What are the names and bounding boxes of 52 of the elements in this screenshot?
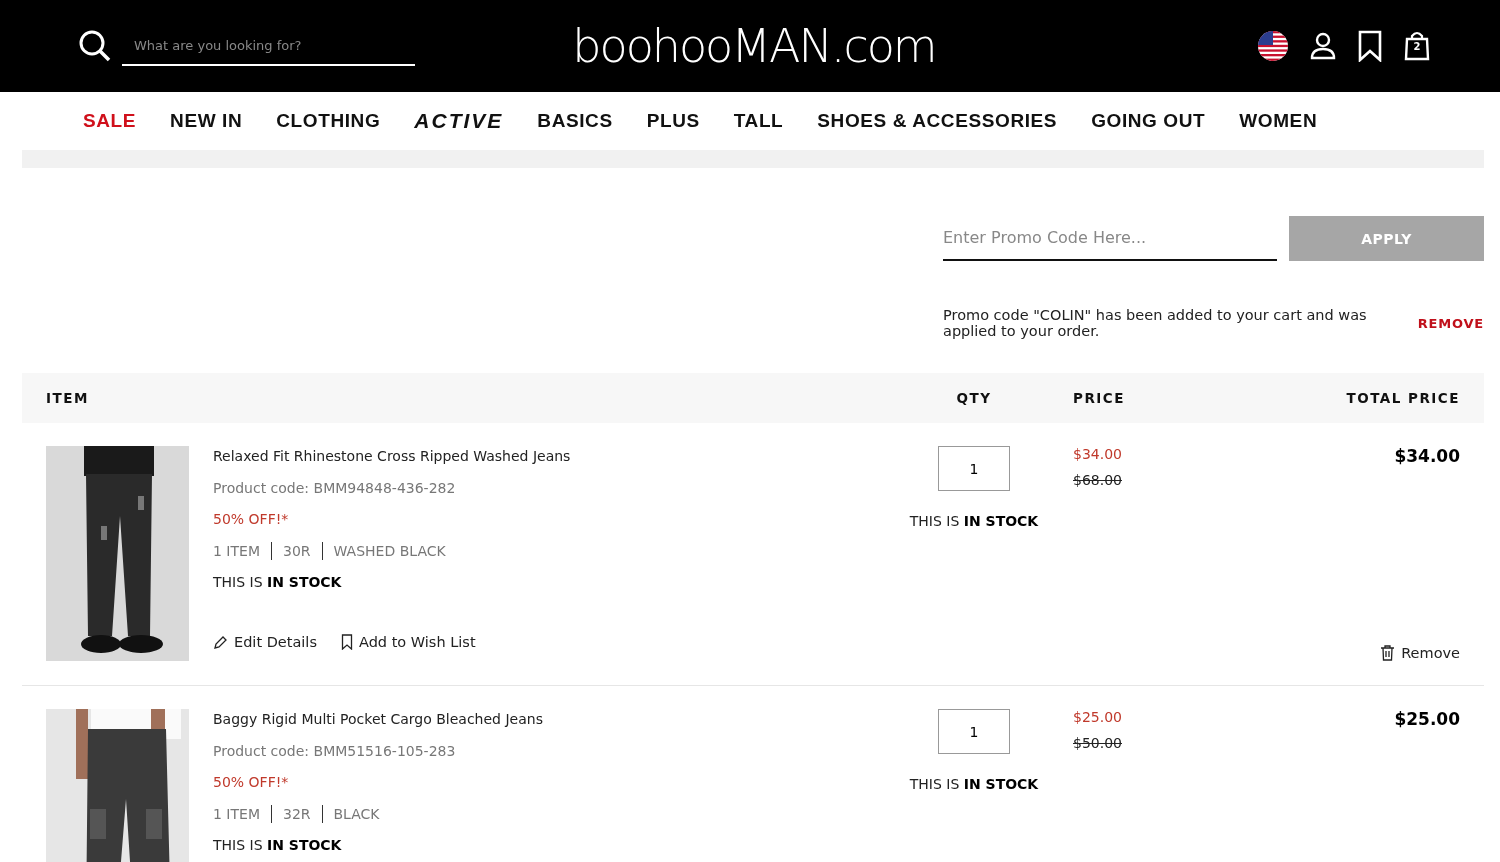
stock-status: THIS IS IN STOCK xyxy=(909,776,1039,792)
remove-item-link[interactable]: Remove xyxy=(1380,645,1460,661)
nav-link[interactable]: NEW IN xyxy=(170,110,243,132)
product-attribute: 1 ITEM xyxy=(213,543,260,559)
product-code: Product code: BMM51516-105-283 xyxy=(213,743,456,759)
product-code: Product code: BMM94848-436-282 xyxy=(213,480,456,496)
product-attribute: WASHED BLACK xyxy=(333,543,446,559)
nav-link[interactable]: GOING OUT xyxy=(1091,110,1206,132)
pencil-icon xyxy=(213,634,228,650)
stock-status: THIS IS IN STOCK xyxy=(213,574,342,590)
product-name[interactable]: Relaxed Fit Rhinestone Cross Ripped Washed Jeans xyxy=(213,447,571,465)
wish-list-link[interactable]: Add to Wish List xyxy=(340,634,476,650)
nav-link[interactable]: WOMEN xyxy=(1239,110,1318,132)
trash-icon xyxy=(1380,645,1396,661)
original-price: $68.00 xyxy=(1073,472,1123,488)
sale-price: $25.00 xyxy=(1073,709,1123,725)
nav-link[interactable]: SHOES & ACCESSORIES xyxy=(817,110,1058,132)
discount-label: 50% OFF!* xyxy=(213,511,289,527)
account-icon[interactable] xyxy=(1310,32,1336,60)
product-name[interactable]: Baggy Rigid Multi Pocket Cargo Bleached Jeans xyxy=(213,710,543,728)
total-price: $34.00 xyxy=(1394,446,1460,466)
bookmark-icon[interactable] xyxy=(1358,30,1382,62)
nav-link[interactable]: TALL xyxy=(733,110,784,132)
product-attribute: 1 ITEM xyxy=(213,806,260,822)
product-attribute: 32R xyxy=(282,806,311,822)
nav-link[interactable]: ACTIVE xyxy=(414,109,504,133)
bookmark-icon xyxy=(340,634,353,650)
nav-link[interactable]: SALE xyxy=(83,110,137,132)
flag-icon[interactable] xyxy=(1258,31,1288,61)
quantity-field[interactable]: 1 xyxy=(938,446,1010,491)
logo[interactable]: boohooMAN.com xyxy=(572,19,936,73)
edit-details-link[interactable]: Edit Details xyxy=(213,634,317,650)
original-price: $50.00 xyxy=(1073,735,1123,751)
stock-status: THIS IS IN STOCK xyxy=(909,513,1039,529)
discount-label: 50% OFF!* xyxy=(213,774,289,790)
product-attribute: BLACK xyxy=(333,806,380,822)
search-field[interactable]: What are you looking for? xyxy=(122,26,415,66)
column-header: TOTAL PRICE xyxy=(1345,390,1460,406)
quantity-field[interactable]: 1 xyxy=(938,709,1010,754)
nav-link[interactable]: CLOTHING xyxy=(276,110,381,132)
sale-price: $34.00 xyxy=(1073,446,1123,462)
search-icon[interactable] xyxy=(78,29,112,63)
column-header: QTY xyxy=(955,390,993,406)
stock-status: THIS IS IN STOCK xyxy=(213,837,342,853)
nav-link[interactable]: PLUS xyxy=(646,110,700,132)
column-header: PRICE xyxy=(1072,390,1126,406)
promo-message: Promo code "COLIN" has been added to your cart and was applied to your order. xyxy=(943,307,1368,339)
total-price: $25.00 xyxy=(1394,709,1460,729)
remove-promo-link[interactable]: REMOVE xyxy=(1417,315,1484,331)
column-header: ITEM xyxy=(46,390,90,406)
nav-link[interactable]: BASICS xyxy=(537,110,613,132)
product-attribute: 30R xyxy=(282,543,311,559)
